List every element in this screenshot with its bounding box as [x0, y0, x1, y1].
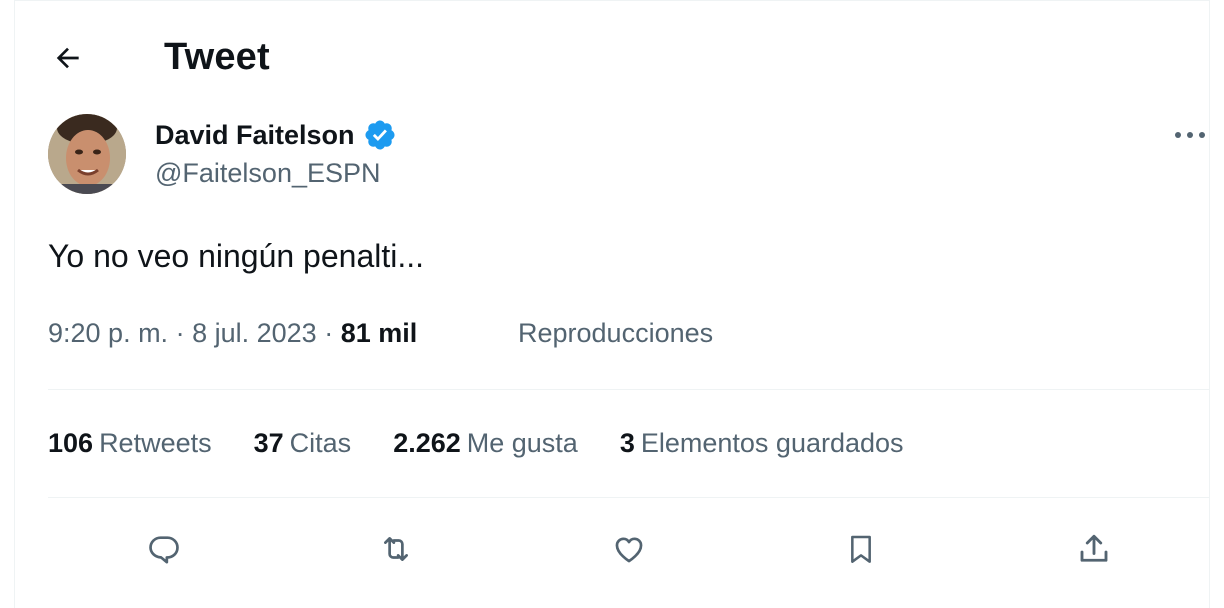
tweet-meta: 9:20 p. m. · 8 jul. 2023 · 81 mil — [48, 318, 417, 349]
verified-badge-icon — [365, 120, 395, 150]
tweet-time[interactable]: 9:20 p. m. — [48, 318, 168, 348]
back-button[interactable] — [48, 38, 88, 78]
share-button[interactable] — [1071, 526, 1117, 572]
reply-button[interactable] — [141, 526, 187, 572]
engagement-stats: 106 Retweets 37 Citas 2.262 Me gusta 3 E… — [48, 428, 946, 462]
stat-label: Elementos guardados — [640, 428, 904, 458]
stat-number: 106 — [48, 428, 94, 458]
stat-label: Citas — [289, 428, 352, 458]
like-button[interactable] — [606, 526, 652, 572]
tweet-date[interactable]: 8 jul. 2023 — [192, 318, 317, 348]
stat-quotes[interactable]: 37 Citas — [254, 428, 352, 459]
page-title: Tweet — [164, 36, 270, 78]
views-count: 81 mil — [340, 318, 418, 348]
stat-retweets[interactable]: 106 Retweets — [48, 428, 212, 459]
profile-photo — [48, 114, 126, 194]
action-bar — [0, 520, 1224, 576]
divider — [48, 389, 1210, 390]
reply-icon — [149, 536, 179, 564]
arrow-left-icon — [56, 47, 79, 69]
views-label: Reproducciones — [518, 318, 714, 348]
stat-label: Me gusta — [466, 428, 578, 458]
author-name-text: David Faitelson — [155, 119, 355, 150]
page-header: Tweet — [0, 0, 1224, 110]
bookmark-icon — [851, 535, 871, 563]
meta-separator: · — [316, 318, 341, 348]
stat-number: 37 — [253, 428, 284, 458]
tweet-text: Yo no veo ningún penalti... — [48, 238, 425, 274]
share-icon — [1080, 534, 1108, 562]
retweet-icon — [384, 537, 408, 561]
more-dots-icon — [1175, 132, 1205, 138]
more-options-button[interactable] — [1168, 120, 1212, 150]
author-name[interactable]: David Faitelson — [155, 118, 397, 152]
bookmark-button[interactable] — [838, 526, 884, 572]
author-handle[interactable]: @Faitelson_ESPN — [155, 158, 381, 189]
stat-number: 2.262 — [393, 428, 461, 458]
meta-separator: · — [168, 318, 193, 348]
stat-label: Retweets — [99, 428, 212, 458]
stat-bookmarks[interactable]: 3 Elementos guardados — [620, 428, 904, 459]
like-icon — [615, 537, 643, 563]
stat-likes[interactable]: 2.262 Me gusta — [393, 428, 578, 459]
avatar[interactable] — [48, 114, 126, 194]
retweet-button[interactable] — [373, 526, 419, 572]
divider — [48, 497, 1210, 498]
stat-number: 3 — [619, 428, 635, 458]
